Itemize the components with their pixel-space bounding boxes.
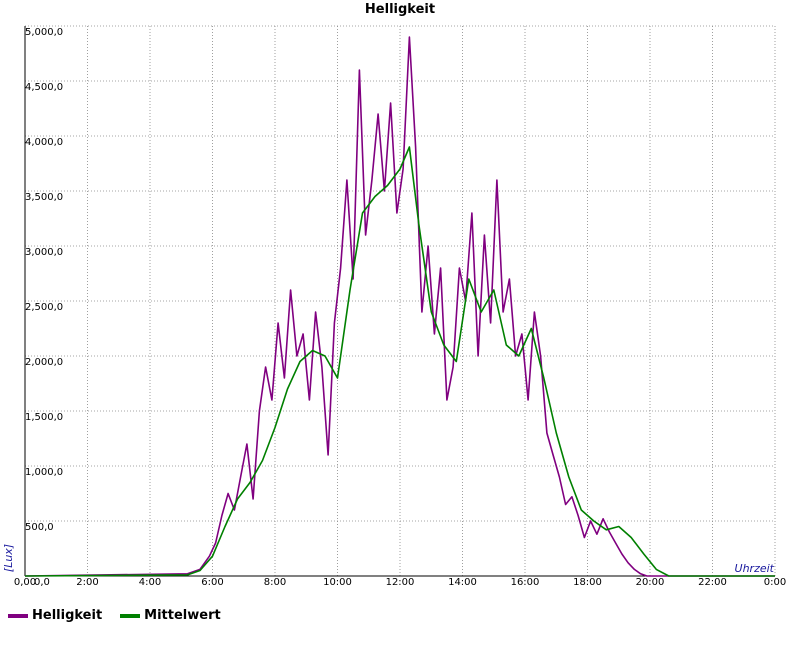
y-tick-label: 5,000,0 <box>25 27 63 38</box>
y-tick-label: 1,000,0 <box>25 467 63 478</box>
legend-label-mittelwert: Mittelwert <box>144 608 221 623</box>
x-tick-label: 2:00 <box>76 577 98 588</box>
series-line-helligkeit <box>24 36 775 577</box>
legend-label-helligkeit: Helligkeit <box>32 608 103 623</box>
y-tick-label: 3,500,0 <box>25 192 63 203</box>
helligkeit-chart: Helligkeit 0,0 500,0 1,000,0 1,500,0 2,000,0… <box>2 2 786 588</box>
legend-item-mittelwert: Mittelwert <box>120 608 221 623</box>
x-axis-label: Uhrzeit <box>735 562 775 575</box>
y-tick-label: 3,000,0 <box>25 247 63 258</box>
x-tick-labels: 0,00 2:00 4:00 6:00 8:00 10:00 12:00 14:00 16:00… <box>14 577 786 588</box>
x-tick-label: 10:00 <box>323 577 352 588</box>
y-tick-labels: 0,0 500,0 1,000,0 1,500,0 2,000,0 2,500,0 3,00… <box>25 27 63 588</box>
y-tick-label: 4,500,0 <box>25 82 63 93</box>
x-tick-label: 6:00 <box>201 577 223 588</box>
y-tick-label: 4,000,0 <box>25 137 63 148</box>
x-tick-label: 22:00 <box>698 577 727 588</box>
series-lines <box>24 36 775 577</box>
x-tick-label: 20:00 <box>636 577 665 588</box>
y-tick-label: 2,000,0 <box>25 357 63 368</box>
y-tick-label: 0,0 <box>34 577 50 588</box>
x-tick-label: 0,00 <box>14 577 36 588</box>
x-tick-label: 14:00 <box>448 577 477 588</box>
x-tick-label: 16:00 <box>511 577 540 588</box>
x-tick-label: 8:00 <box>264 577 286 588</box>
series-line-mittelwert <box>24 146 775 577</box>
legend-swatch-helligkeit <box>8 613 28 618</box>
chart-title: Helligkeit <box>365 2 435 17</box>
legend: Helligkeit Mittelwert <box>8 608 221 623</box>
x-tick-label: 12:00 <box>386 577 415 588</box>
x-tick-label: 4:00 <box>139 577 161 588</box>
y-tick-label: 1,500,0 <box>25 412 63 423</box>
y-tick-label: 2,500,0 <box>25 302 63 313</box>
y-tick-label: 500,0 <box>25 522 54 533</box>
grid-lines <box>24 25 776 576</box>
legend-swatch-mittelwert <box>120 613 141 618</box>
x-tick-label: 0:00 <box>764 577 786 588</box>
legend-item-helligkeit: Helligkeit <box>8 608 102 623</box>
x-tick-label: 18:00 <box>573 577 602 588</box>
y-axis-label: [Lux] <box>2 544 15 572</box>
